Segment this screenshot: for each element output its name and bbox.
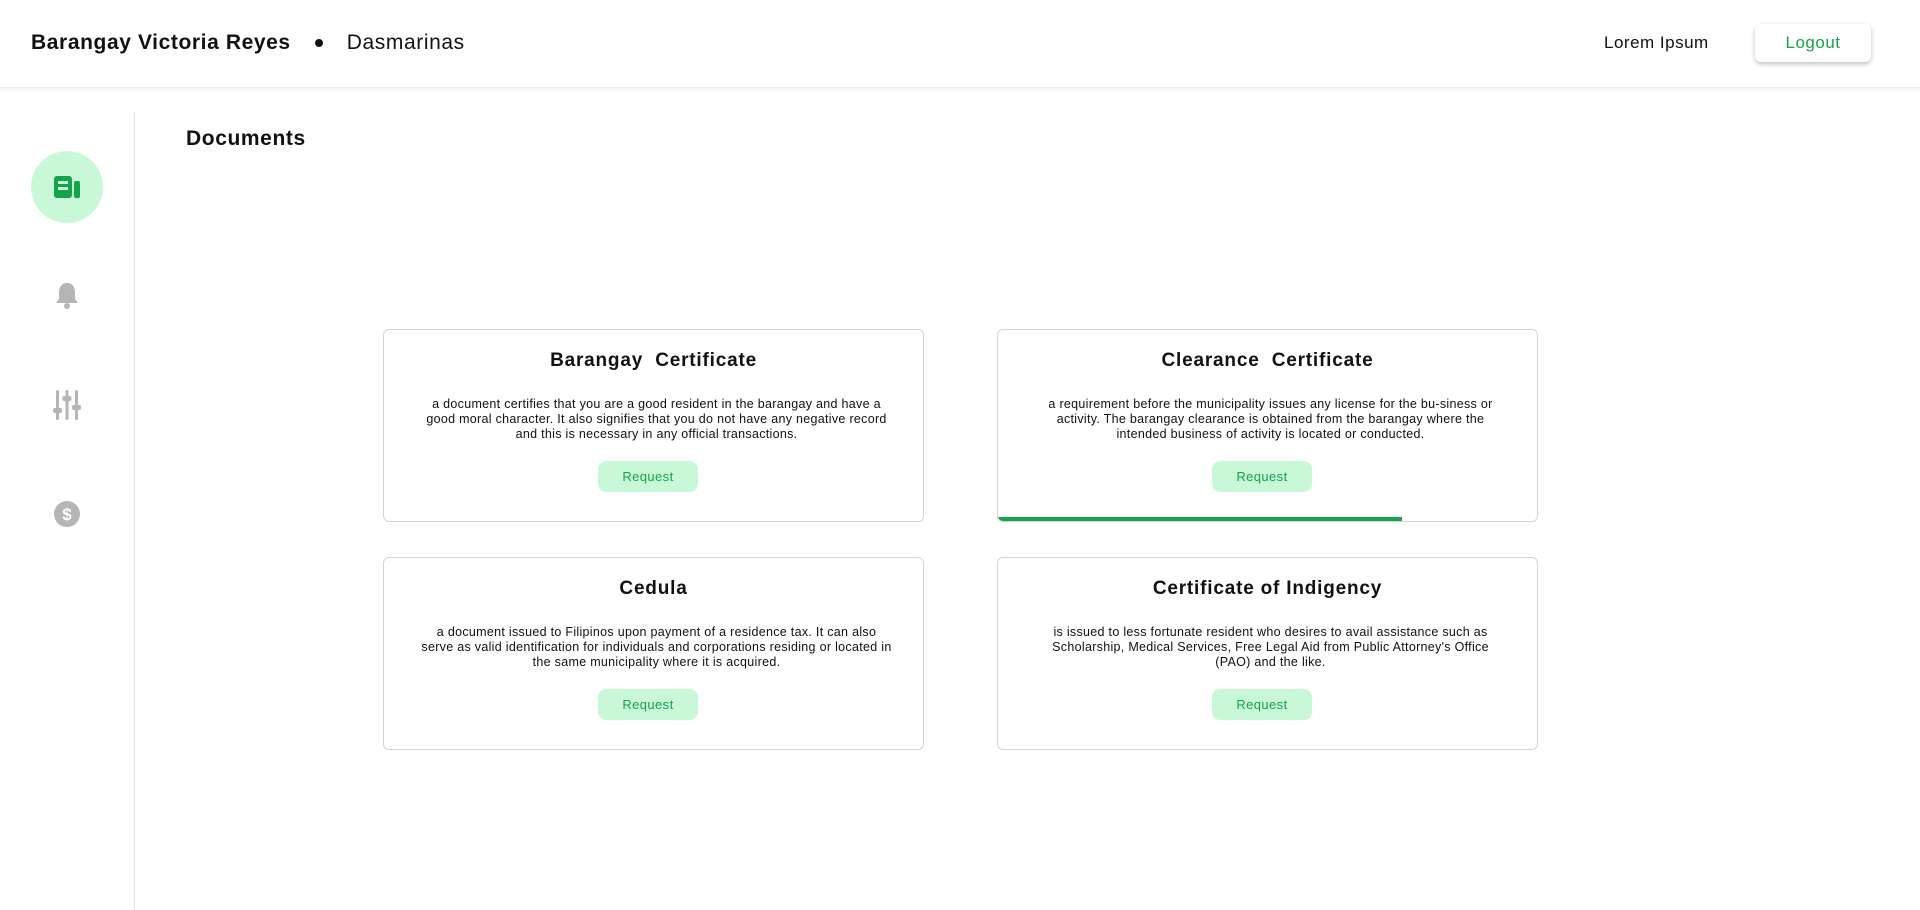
document-card: Certificate of Indigency is issued to le…	[997, 557, 1538, 750]
brand: Barangay Victoria Reyes Dasmarinas	[31, 28, 465, 58]
page-title: Documents	[186, 127, 306, 150]
card-description: a document issued to Filipinos upon paym…	[421, 625, 892, 669]
barangay-name: Barangay Victoria Reyes	[31, 31, 291, 54]
document-card: Clearance Certificate a requirement befo…	[997, 329, 1538, 522]
logout-button[interactable]: Logout	[1755, 24, 1871, 62]
sliders-icon	[53, 390, 81, 420]
card-title: Cedula	[619, 578, 688, 599]
card-description: a document certifies that you are a good…	[426, 397, 887, 441]
request-button[interactable]: Request	[1212, 689, 1312, 720]
hover-progress-bar	[998, 517, 1537, 521]
city-name: Dasmarinas	[346, 31, 465, 54]
sidebar: $	[0, 112, 135, 910]
user-name: Lorem Ipsum	[1604, 33, 1709, 52]
progress-fill	[998, 517, 1403, 521]
request-button[interactable]: Request	[598, 689, 698, 720]
card-description: a requirement before the municipality is…	[1048, 397, 1493, 441]
card-description: is issued to less fortunate resident who…	[1052, 625, 1489, 669]
card-title: Certificate of Indigency	[1152, 578, 1383, 599]
dollar-icon: $	[54, 501, 80, 527]
sidebar-item-documents[interactable]	[31, 151, 103, 223]
sidebar-item-notifications[interactable]	[31, 259, 103, 331]
separator-dot	[314, 39, 323, 47]
sidebar-item-payments[interactable]: $	[31, 478, 103, 550]
request-button[interactable]: Request	[1212, 461, 1312, 492]
sidebar-item-settings[interactable]	[31, 369, 103, 441]
card-title: Clearance Certificate	[1161, 350, 1374, 371]
bell-icon	[56, 283, 78, 309]
document-icon	[54, 176, 80, 198]
request-button[interactable]: Request	[598, 461, 698, 492]
svg-text:$: $	[62, 505, 72, 524]
document-card: Cedula a document issued to Filipinos up…	[383, 557, 924, 750]
card-title: Barangay Certificate	[550, 350, 757, 371]
top-bar: Barangay Victoria Reyes Dasmarinas Lorem…	[0, 0, 1920, 88]
document-card: Barangay Certificate a document certifie…	[383, 329, 924, 522]
